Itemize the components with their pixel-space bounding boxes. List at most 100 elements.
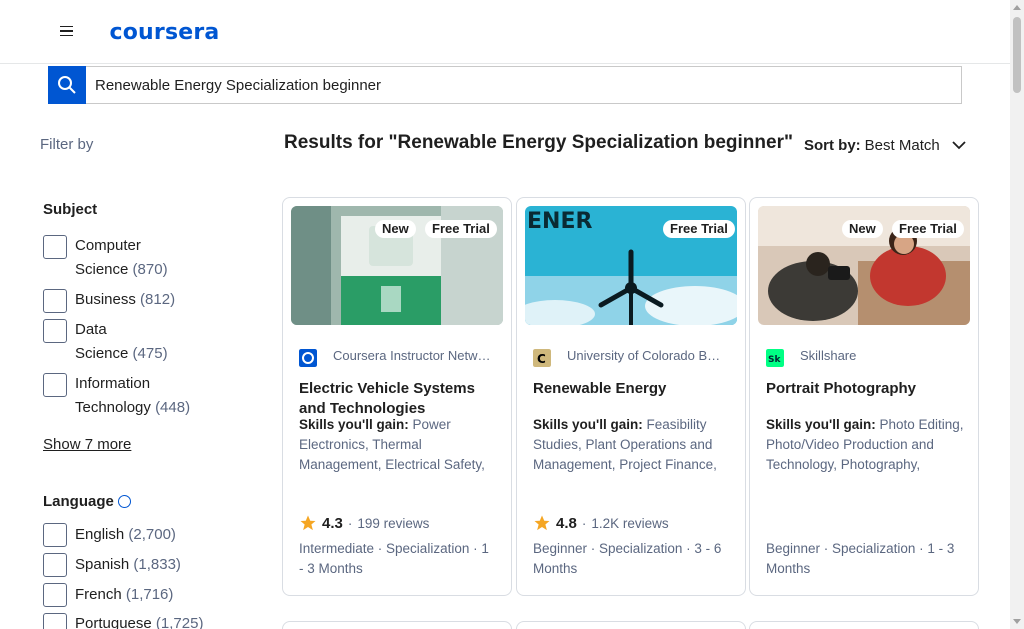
course-thumbnail: New Free Trial (291, 206, 503, 325)
page-scrollbar[interactable] (1010, 0, 1024, 629)
partner-name[interactable]: University of Colorado Boulder (567, 348, 727, 363)
language-label-spanish: Spanish (1,833) (75, 553, 181, 577)
hamburger-menu-button[interactable] (48, 8, 84, 54)
subject-checkbox-information-technology[interactable] (43, 373, 67, 397)
sort-by-value: Best Match (864, 136, 940, 154)
course-skills: Skills you'll gain: Photo Editing, Photo… (766, 415, 964, 475)
language-count: (1,725) (155, 615, 204, 629)
course-card[interactable] (282, 621, 512, 629)
course-title[interactable]: Electric Vehicle Systems and Technologie… (299, 379, 497, 419)
language-facet-title: Language (43, 493, 131, 510)
star-icon (534, 515, 550, 531)
sort-by-label: Sort by: (804, 136, 861, 154)
free-trial-badge: Free Trial (425, 220, 497, 238)
course-rating: 4.8 · 1.2K reviews (533, 514, 669, 532)
course-title[interactable]: Portrait Photography (766, 379, 964, 399)
course-card[interactable]: New Free Trial Sk Skillshare Portrait Ph… (749, 197, 979, 596)
language-checkbox-french[interactable] (43, 583, 67, 607)
svg-text:ENER: ENER (527, 209, 592, 234)
course-meta: Beginner · Specialization · 3 - 6 Months (533, 541, 722, 576)
course-skills: Skills you'll gain: Power Electronics, T… (299, 415, 497, 475)
subject-count: (870) (132, 261, 168, 278)
course-title[interactable]: Renewable Energy (533, 379, 731, 399)
subject-label-data-science: Data Science (475) (75, 318, 168, 366)
language-label-text: Portuguese (75, 615, 152, 629)
language-label-text: Spanish (75, 556, 130, 573)
course-thumbnail: New Free Trial (758, 206, 970, 325)
partner-logo-icon: Sk (766, 349, 784, 367)
svg-text:Sk: Sk (768, 355, 781, 365)
chevron-down-icon (952, 140, 966, 149)
new-badge: New (375, 220, 416, 238)
skills-label: Skills you'll gain: (533, 417, 643, 432)
language-checkbox-portuguese[interactable] (43, 613, 67, 629)
language-checkbox-english[interactable] (43, 523, 67, 547)
subject-label-line: Technology (75, 399, 151, 416)
course-rating: 4.3 · 199 reviews (299, 514, 429, 532)
course-card[interactable] (516, 621, 746, 629)
language-label-english: English (2,700) (75, 523, 176, 547)
svg-text:C: C (537, 352, 546, 366)
subject-label-computer-science: Computer Science (870) (75, 234, 168, 282)
review-count: 199 reviews (357, 515, 430, 531)
partner-logo-icon (299, 349, 317, 367)
skills-label: Skills you'll gain: (299, 417, 409, 432)
info-icon[interactable] (117, 494, 131, 508)
partner-logo-icon: C (533, 349, 551, 367)
subject-label-line: Data (75, 321, 107, 338)
rating-separator: · (347, 515, 353, 531)
subject-label-information-technology: Information Technology (448) (75, 372, 190, 420)
star-icon (300, 515, 316, 531)
rating-score: 4.3 (322, 514, 343, 532)
subject-label-line: Science (75, 261, 129, 278)
course-meta: Beginner · Specialization · 1 - 3 Months (766, 541, 955, 576)
search-icon (58, 76, 76, 94)
subject-checkbox-computer-science[interactable] (43, 235, 67, 259)
language-label-text: French (75, 586, 122, 603)
language-label-text: English (75, 526, 125, 543)
skills-label: Skills you'll gain: (766, 417, 876, 432)
sort-by-dropdown[interactable]: Sort by: Best Match (795, 120, 970, 170)
hamburger-icon-line (59, 34, 73, 37)
top-bar: coursera (0, 0, 1010, 64)
subject-count: (448) (155, 399, 191, 416)
course-skills: Skills you'll gain: Feasibility Studies,… (533, 415, 731, 475)
free-trial-badge: Free Trial (892, 220, 964, 238)
coursera-logo-link[interactable]: coursera (86, 7, 243, 57)
partner-name[interactable]: Coursera Instructor Network (333, 348, 493, 363)
search-button[interactable] (48, 66, 86, 104)
free-trial-badge: Free Trial (663, 220, 735, 238)
review-count: 1.2K reviews (591, 515, 669, 531)
language-checkbox-spanish[interactable] (43, 553, 67, 577)
show-more-subjects-link[interactable]: Show 7 more (43, 436, 131, 453)
subject-checkbox-business[interactable] (43, 289, 67, 313)
language-count: (1,716) (125, 586, 174, 603)
course-card[interactable]: New Free Trial Coursera Instructor Netwo… (282, 197, 512, 596)
coursera-logo-text: coursera (109, 19, 220, 45)
scroll-up-arrow-icon[interactable] (1013, 5, 1021, 10)
filter-by-label: Filter by (40, 136, 94, 153)
rating-separator: · (581, 515, 587, 531)
subject-label-business: Business (812) (75, 288, 175, 312)
subject-count: (812) (140, 291, 176, 308)
search-input[interactable] (86, 66, 962, 104)
subject-label-line: Computer (75, 237, 141, 254)
course-thumbnail: ENER Free Trial (525, 206, 737, 325)
scroll-down-arrow-icon[interactable] (1013, 619, 1021, 624)
subject-label-line: Business (75, 291, 136, 308)
course-card[interactable]: ENER Free Trial C University of Colorado… (516, 197, 746, 596)
subject-label-line: Information (75, 375, 151, 392)
partner-name[interactable]: Skillshare (800, 348, 960, 363)
subject-checkbox-data-science[interactable] (43, 319, 67, 343)
language-count: (2,700) (128, 526, 176, 543)
course-card[interactable] (749, 621, 979, 629)
hamburger-icon-line (59, 30, 73, 32)
new-badge: New (842, 220, 883, 238)
scrollbar-thumb[interactable] (1013, 17, 1021, 93)
hamburger-icon (59, 25, 73, 28)
language-count: (1,833) (133, 556, 181, 573)
language-label-french: French (1,716) (75, 583, 173, 607)
language-label-portuguese: Portuguese (1,725) (75, 612, 203, 629)
results-title: Results for "Renewable Energy Specializa… (284, 132, 793, 153)
rating-score: 4.8 (556, 514, 577, 532)
